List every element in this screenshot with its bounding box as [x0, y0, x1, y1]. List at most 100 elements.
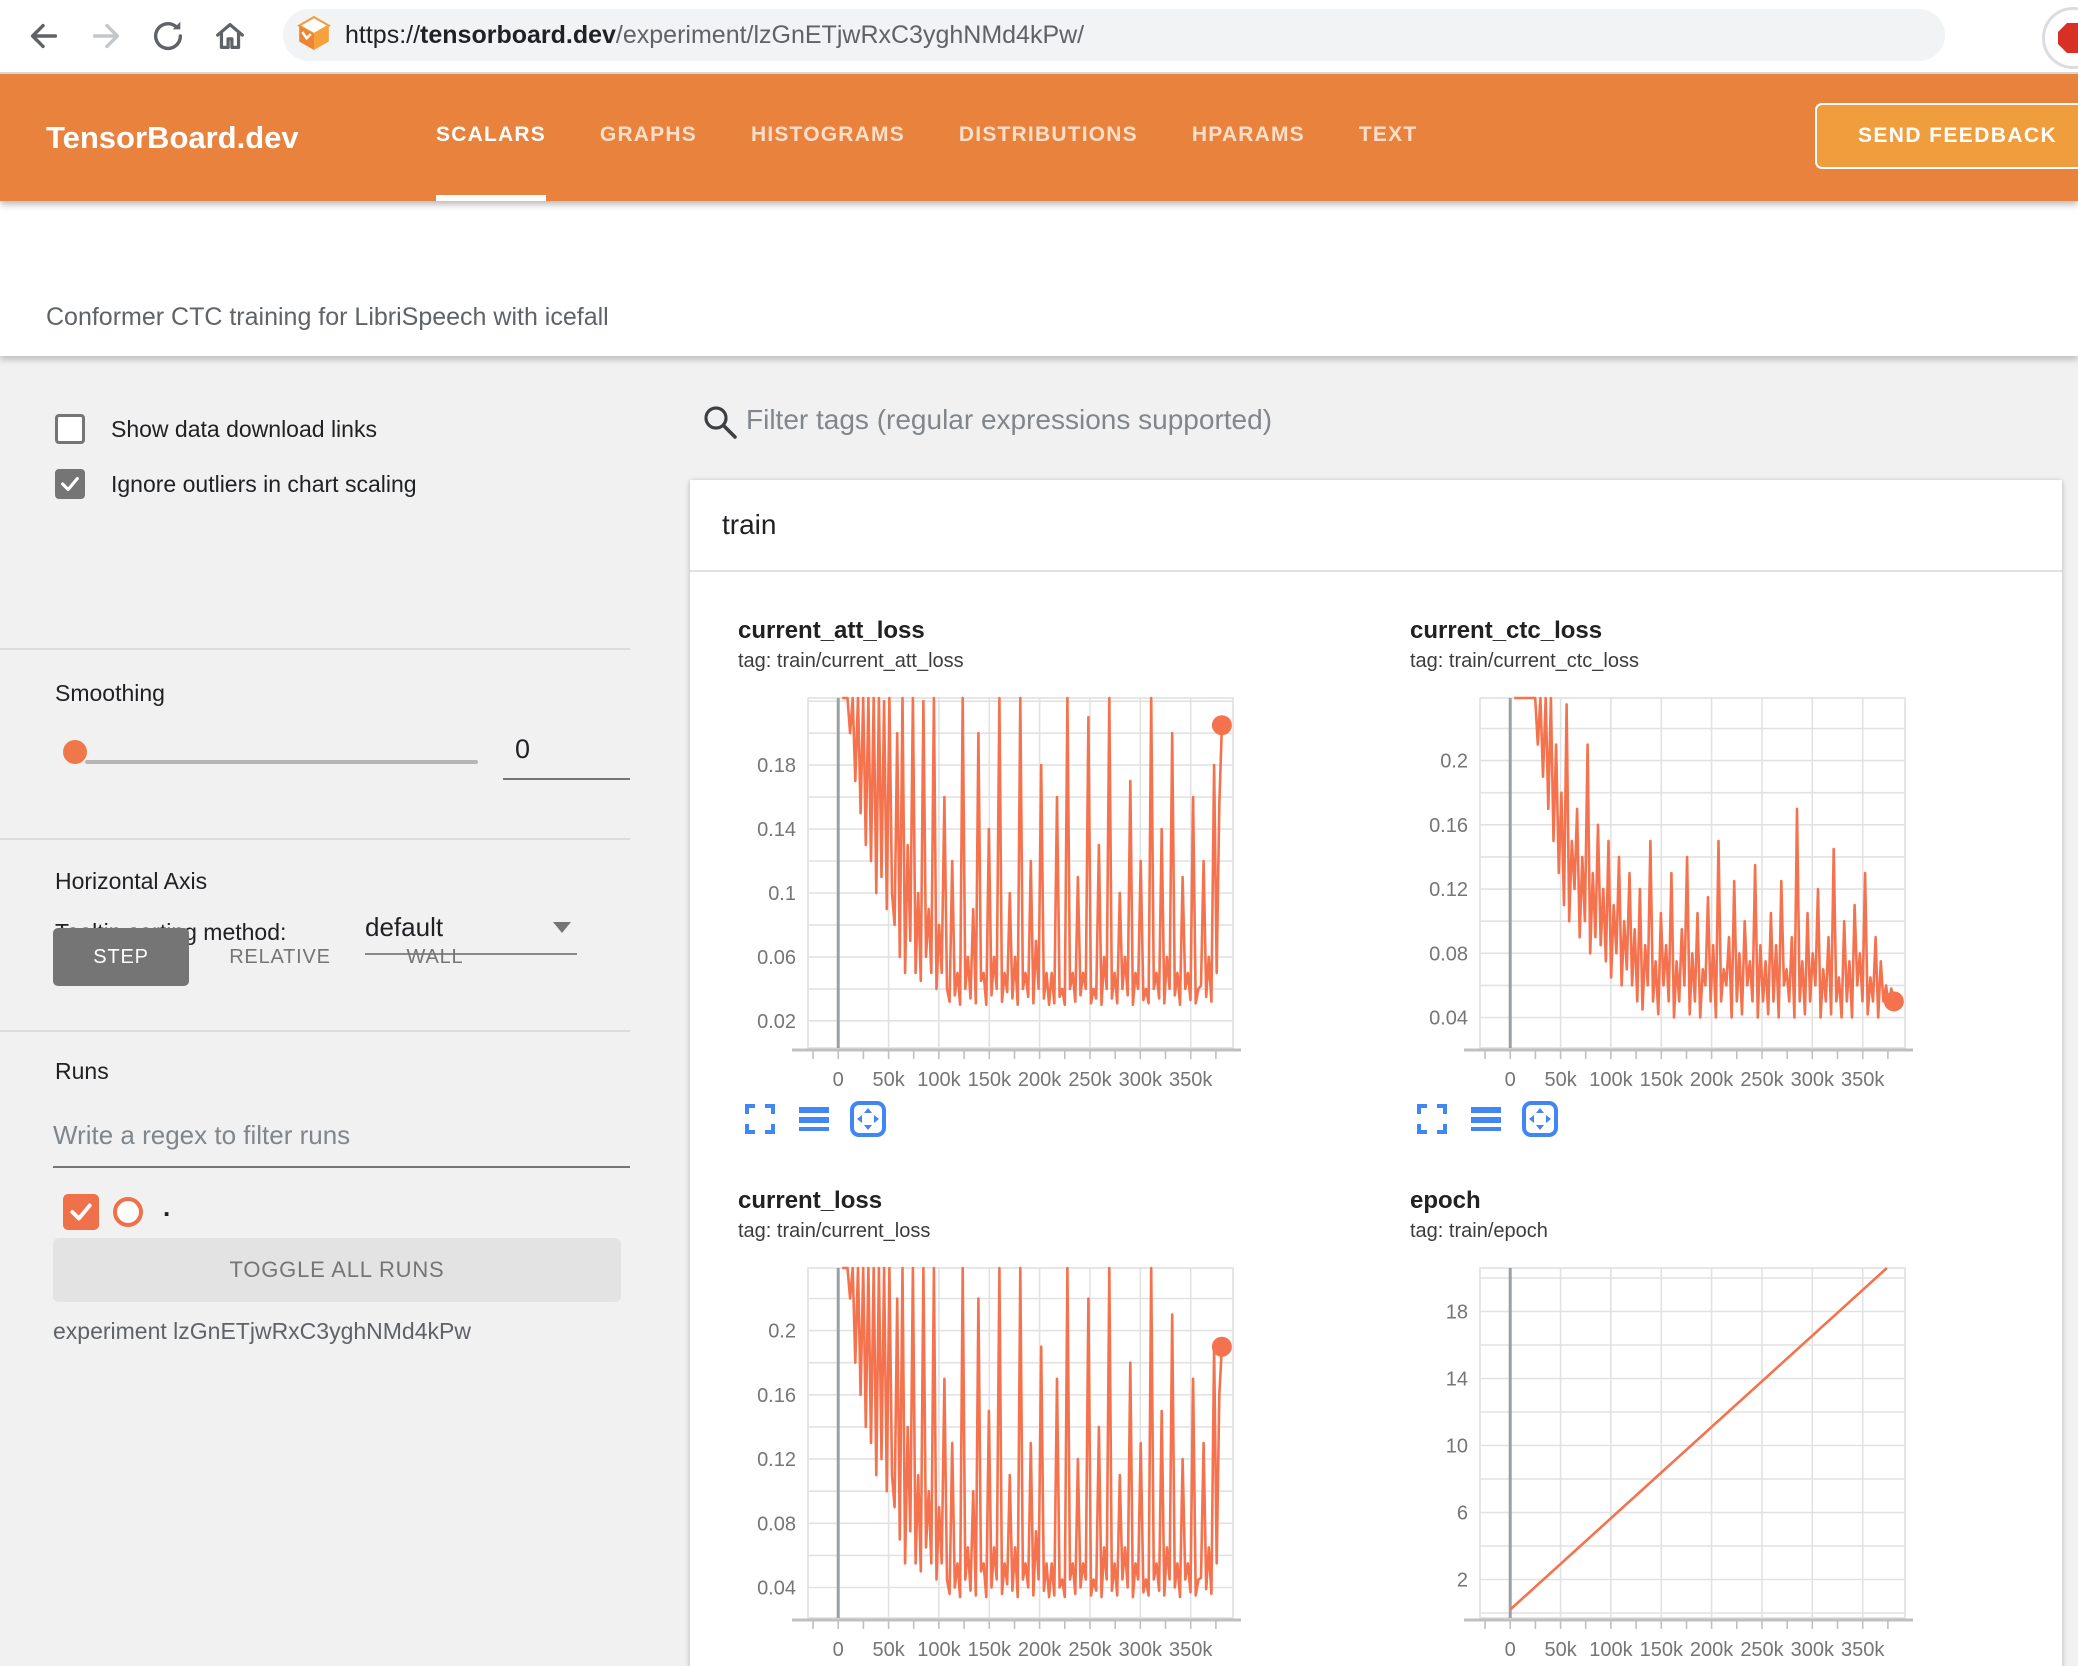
svg-text:150k: 150k: [968, 1639, 1012, 1661]
chart-plot[interactable]: 0 50k 100k 150k 200k 250k 300k 350k 2 6 10 14 18: [1410, 1264, 1930, 1664]
svg-text:150k: 150k: [1640, 1639, 1684, 1661]
fullscreen-icon[interactable]: [738, 1098, 782, 1140]
smoothing-label: Smoothing: [55, 680, 165, 706]
reload-icon[interactable]: [146, 14, 190, 58]
smoothing-slider-knob[interactable]: [63, 740, 87, 764]
back-icon[interactable]: [22, 14, 66, 58]
browser-profile-avatar[interactable]: [2042, 7, 2078, 69]
svg-text:6: 6: [1457, 1503, 1468, 1525]
show-download-links-checkbox[interactable]: [55, 414, 85, 444]
send-feedback-button[interactable]: SEND FEEDBACK: [1815, 103, 2078, 169]
sidebar-divider: [0, 648, 630, 650]
run-checkbox[interactable]: [63, 1194, 99, 1230]
svg-text:250k: 250k: [1068, 1639, 1112, 1661]
svg-text:150k: 150k: [1640, 1069, 1684, 1091]
smoothing-value-input[interactable]: 0: [503, 734, 630, 780]
home-icon[interactable]: [208, 14, 252, 58]
tag-filter-input[interactable]: Filter tags (regular expressions support…: [746, 404, 1272, 436]
tag-group-label: train: [722, 509, 777, 540]
app-tabs: SCALARS GRAPHS HISTOGRAMS DISTRIBUTIONS HPAR…: [436, 74, 1471, 201]
runs-label: Runs: [55, 1058, 109, 1084]
experiment-title: Conformer CTC training for LibriSpeech w…: [46, 303, 609, 331]
toggle-all-runs-button[interactable]: TOGGLE ALL RUNS: [53, 1238, 621, 1302]
svg-text:18: 18: [1446, 1302, 1468, 1324]
tab-histograms[interactable]: HISTOGRAMS: [751, 74, 905, 201]
ignore-outliers-checkbox[interactable]: [55, 469, 85, 499]
chart-title: current_loss: [738, 1187, 883, 1214]
main-panel: Filter tags (regular expressions support…: [690, 356, 2070, 1666]
tab-text[interactable]: TEXT: [1359, 74, 1417, 201]
chart-tag: tag: train/current_loss: [738, 1220, 931, 1242]
svg-text:350k: 350k: [1841, 1069, 1885, 1091]
svg-text:350k: 350k: [1169, 1069, 1213, 1091]
svg-text:200k: 200k: [1690, 1069, 1734, 1091]
chart-tag: tag: train/current_ctc_loss: [1410, 650, 1639, 672]
chart-title: current_att_loss: [738, 617, 925, 644]
chart-toolbar: [1410, 1098, 2078, 1140]
svg-text:50k: 50k: [1544, 1069, 1577, 1091]
settings-sidebar: Show data download links Ignore outliers…: [0, 356, 660, 1666]
experiment-title-band: Conformer CTC training for LibriSpeech w…: [0, 201, 2078, 356]
svg-text:200k: 200k: [1018, 1069, 1062, 1091]
scalar-chart-current_att_loss: current_att_loss tag: train/current_att_l…: [738, 616, 1410, 1140]
series-list-icon[interactable]: [1464, 1098, 1508, 1140]
chart-plot[interactable]: 0 50k 100k 150k 200k 250k 300k 350k 0.04 0.08 0.12…: [738, 1264, 1258, 1664]
fit-domain-icon[interactable]: [846, 1098, 890, 1140]
chart-toolbar: [738, 1098, 1410, 1140]
svg-text:150k: 150k: [968, 1069, 1012, 1091]
horizontal-axis-label: Horizontal Axis: [55, 868, 208, 894]
chart-tag: tag: train/epoch: [1410, 1220, 1548, 1242]
svg-text:200k: 200k: [1018, 1639, 1062, 1661]
haxis-relative-button[interactable]: RELATIVE: [222, 928, 338, 986]
svg-text:0.08: 0.08: [1429, 943, 1468, 965]
ignore-outliers-label: Ignore outliers in chart scaling: [111, 470, 417, 497]
chart-plot[interactable]: 0 50k 100k 150k 200k 250k 300k 350k 0.02 0.06 0.1 0…: [738, 694, 1258, 1094]
svg-text:300k: 300k: [1119, 1069, 1163, 1091]
svg-text:10: 10: [1446, 1436, 1468, 1458]
tab-scalars[interactable]: SCALARS: [436, 74, 546, 201]
tensorboard-appbar: TensorBoard.dev SCALARS GRAPHS HISTOGRAMS D…: [0, 74, 2078, 201]
chart-plot[interactable]: 0 50k 100k 150k 200k 250k 300k 350k 0.04 0.08 0.12…: [1410, 694, 1930, 1094]
forward-icon[interactable]: [84, 14, 128, 58]
tensorboard-logo-icon: [297, 15, 331, 56]
url-bar[interactable]: https://tensorboard.dev/experiment/lzGnE…: [283, 9, 1945, 61]
svg-text:50k: 50k: [872, 1639, 905, 1661]
svg-text:350k: 350k: [1841, 1639, 1885, 1661]
scalar-chart-epoch: epoch tag: train/epoch 0 50k 100k 150k 200k 250…: [1410, 1186, 2078, 1666]
svg-text:0.12: 0.12: [1429, 879, 1468, 901]
series-list-icon[interactable]: [792, 1098, 836, 1140]
svg-text:200k: 200k: [1690, 1639, 1734, 1661]
svg-text:100k: 100k: [917, 1069, 961, 1091]
svg-text:0.04: 0.04: [1429, 1008, 1468, 1030]
svg-text:0.1: 0.1: [768, 883, 796, 905]
svg-text:350k: 350k: [1169, 1639, 1213, 1661]
show-download-links-row: Show data download links: [55, 414, 377, 444]
search-icon: [704, 406, 737, 439]
haxis-step-button[interactable]: STEP: [53, 928, 189, 986]
smoothing-slider-track[interactable]: [85, 760, 478, 764]
tab-graphs[interactable]: GRAPHS: [600, 74, 697, 201]
chart-title: epoch: [1410, 1187, 1481, 1214]
fit-domain-icon[interactable]: [1518, 1098, 1562, 1140]
svg-text:0.18: 0.18: [757, 755, 796, 777]
chart-title: current_ctc_loss: [1410, 617, 1603, 644]
fullscreen-icon[interactable]: [1410, 1098, 1454, 1140]
svg-text:0.16: 0.16: [757, 1385, 796, 1407]
svg-text:300k: 300k: [1119, 1639, 1163, 1661]
tab-distributions[interactable]: DISTRIBUTIONS: [959, 74, 1138, 201]
svg-text:0.16: 0.16: [1429, 815, 1468, 837]
runs-filter-input[interactable]: Write a regex to filter runs: [53, 1120, 630, 1168]
svg-text:0.2: 0.2: [1440, 751, 1468, 773]
svg-text:0.02: 0.02: [757, 1011, 796, 1033]
url-text: https://tensorboard.dev/experiment/lzGnE…: [345, 20, 1085, 49]
sidebar-divider: [0, 838, 630, 840]
extension-stop-icon: [2058, 23, 2078, 53]
haxis-wall-button[interactable]: WALL: [395, 928, 475, 986]
browser-chrome: https://tensorboard.dev/experiment/lzGnE…: [0, 0, 2078, 74]
svg-text:2: 2: [1457, 1570, 1468, 1592]
svg-text:250k: 250k: [1740, 1639, 1784, 1661]
experiment-id-label: experiment lzGnETjwRxC3yghNMd4kPw: [53, 1318, 471, 1344]
tab-hparams[interactable]: HPARAMS: [1192, 74, 1305, 201]
svg-text:0.08: 0.08: [757, 1513, 796, 1535]
tag-group-header[interactable]: train: [690, 480, 2062, 572]
